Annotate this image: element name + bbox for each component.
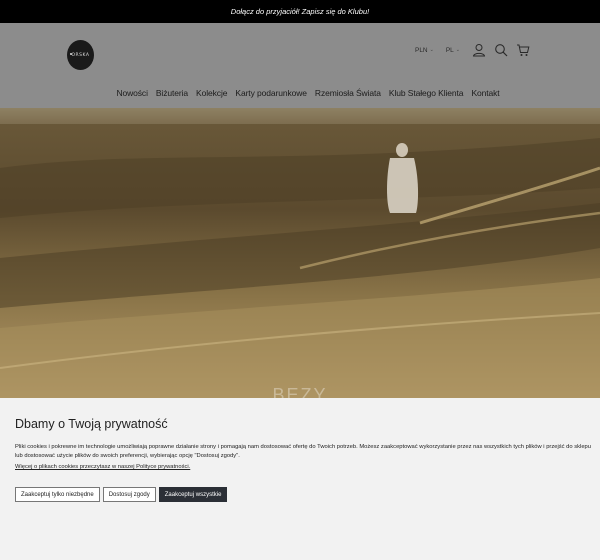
wheat-field-image	[0, 108, 600, 398]
cookie-consent-banner: Dbamy o Twoją prywatność Pliki cookies i…	[0, 398, 600, 560]
customize-consent-button[interactable]: Dostosuj zgody	[102, 487, 156, 502]
brand-logo[interactable]: ORSKA	[67, 40, 94, 70]
promo-text[interactable]: Dołącz do przyjaciół! Zapisz się do Klub…	[231, 7, 369, 16]
hero-caption: BEZY	[272, 385, 328, 398]
main-nav: Nowości Biżuteria Kolekcje Karty podarunkow…	[0, 88, 600, 98]
logo-text: ORSKA	[71, 52, 90, 58]
cookie-title: Dbamy o Twoją prywatność	[15, 417, 168, 431]
header-actions: PLN ⌄ PL ⌄	[415, 43, 530, 57]
promo-bar[interactable]: Dołącz do przyjaciół! Zapisz się do Klub…	[0, 0, 600, 23]
cookie-description: Pliki cookies i pokrewne im technologie …	[15, 444, 591, 459]
currency-select[interactable]: PLN ⌄	[415, 47, 434, 54]
search-icon[interactable]	[494, 43, 508, 57]
privacy-policy-link[interactable]: Więcej o plikach cookies przeczytasz w n…	[15, 464, 190, 470]
nav-item-5[interactable]: Klub Stałego Klienta	[385, 88, 468, 98]
accept-necessary-button[interactable]: Zaakceptuj tylko niezbędne	[15, 487, 100, 502]
cart-icon[interactable]	[516, 43, 530, 57]
user-icon[interactable]	[472, 43, 486, 57]
nav-item-2[interactable]: Kolekcje	[192, 88, 231, 98]
nav-item-6[interactable]: Kontakt	[467, 88, 503, 98]
nav-item-0[interactable]: Nowości	[112, 88, 151, 98]
chevron-down-icon: ⌄	[429, 47, 434, 53]
accept-all-button[interactable]: Zaakceptuj wszystkie	[158, 487, 228, 502]
nav-item-3[interactable]: Karty podarunkowe	[231, 88, 311, 98]
language-value: PL	[445, 46, 454, 54]
hero-banner[interactable]: BEZY	[0, 108, 600, 398]
logo-dot	[70, 53, 72, 55]
chevron-down-icon: ⌄	[455, 47, 460, 53]
nav-item-4[interactable]: Rzemiosła Świata	[311, 88, 385, 98]
language-select[interactable]: PL ⌄	[446, 47, 460, 54]
cookie-buttons: Zaakceptuj tylko niezbędne Dostosuj zgod…	[15, 487, 228, 502]
nav-list: Nowości Biżuteria Kolekcje Karty podarunkow…	[112, 88, 503, 98]
currency-value: PLN	[414, 46, 428, 54]
nav-item-1[interactable]: Biżuteria	[152, 88, 192, 98]
